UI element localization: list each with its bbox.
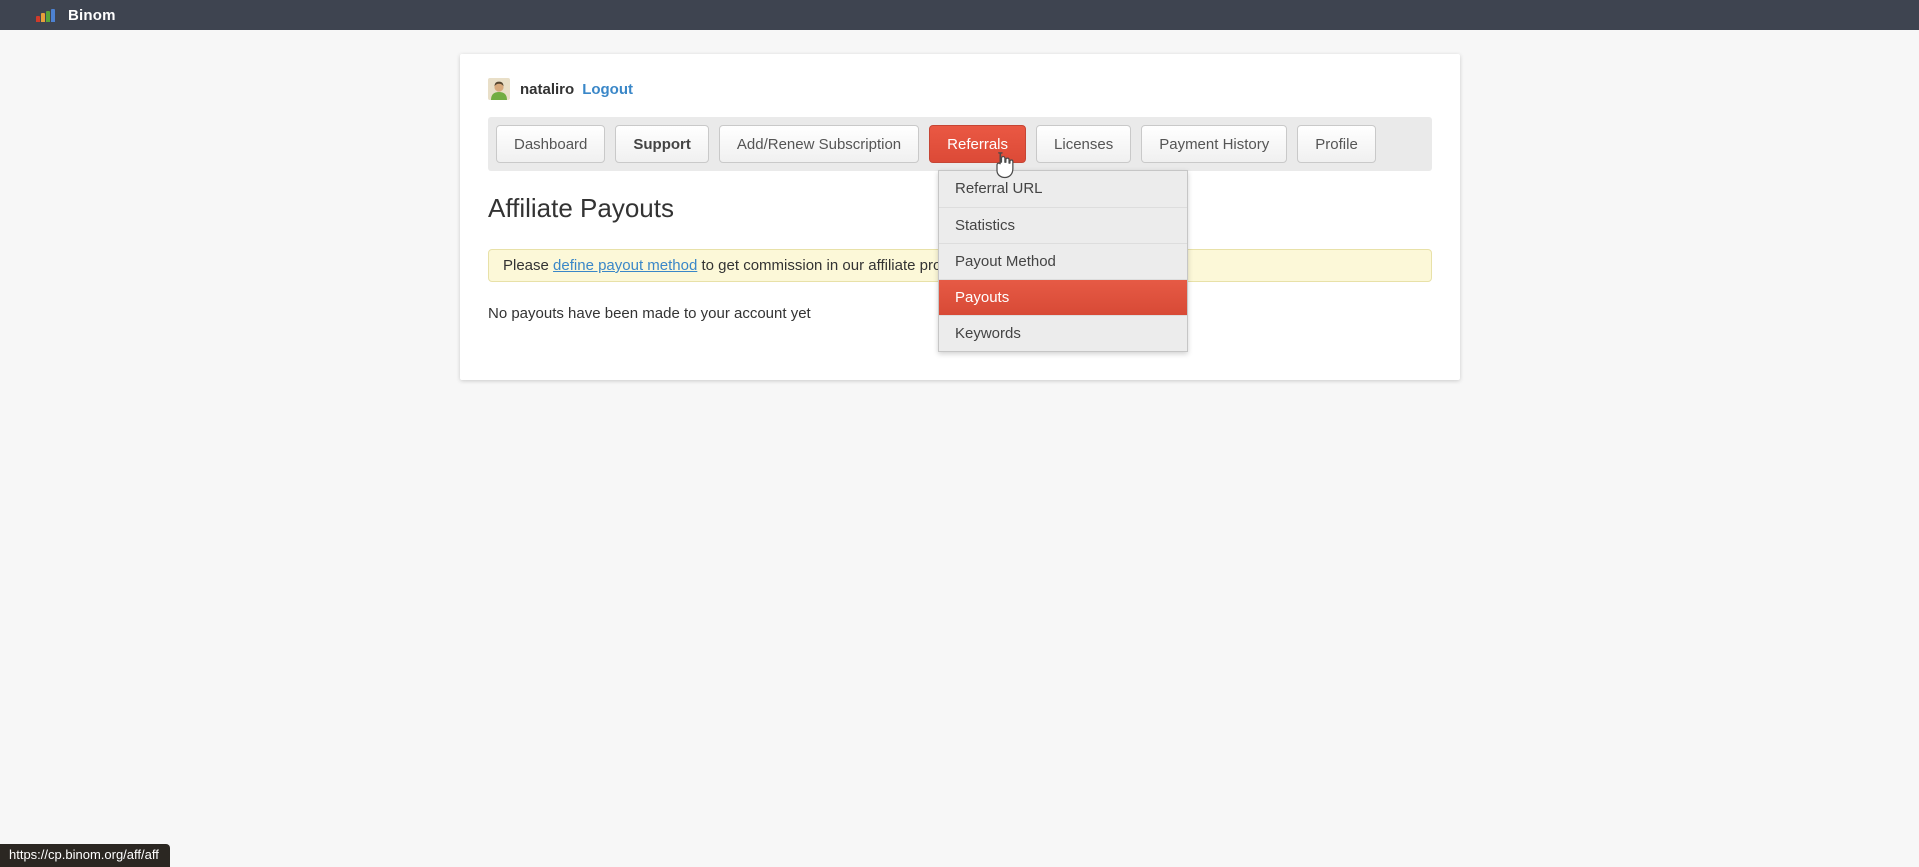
nav-button[interactable]: Payment History: [1141, 125, 1287, 163]
nav-button[interactable]: Referrals: [929, 125, 1026, 163]
define-payout-method-link[interactable]: define payout method: [553, 257, 697, 274]
nav-button[interactable]: Profile: [1297, 125, 1376, 163]
status-bar-url: https://cp.binom.org/aff/aff: [0, 844, 170, 867]
dropdown-menu-item[interactable]: Payout Method: [939, 243, 1187, 279]
logout-link[interactable]: Logout: [582, 81, 633, 98]
dropdown-menu-item[interactable]: Payouts: [939, 279, 1187, 315]
user-avatar: [488, 78, 510, 100]
notice-text-suffix: to get commission in our affiliate progr…: [697, 257, 975, 274]
username: nataliro: [520, 81, 574, 98]
brand-title: Binom: [68, 7, 116, 24]
top-bar: Binom: [0, 0, 1919, 30]
main-card: nataliro Logout Dashboard Support Add/Rene…: [460, 54, 1460, 380]
dropdown-menu-item[interactable]: Referral URL: [939, 171, 1187, 207]
user-row: nataliro Logout: [488, 78, 1432, 100]
notice-text-prefix: Please: [503, 257, 553, 274]
nav-button[interactable]: Add/Renew Subscription: [719, 125, 919, 163]
nav-button[interactable]: Licenses: [1036, 125, 1131, 163]
nav-button[interactable]: Support: [615, 125, 709, 163]
binom-logo-barchart-icon: [36, 9, 55, 22]
nav-button[interactable]: Dashboard: [496, 125, 605, 163]
referrals-dropdown-menu: Referral URLStatisticsPayout MethodPayou…: [938, 170, 1188, 352]
nav-bar: Dashboard Support Add/Renew Subscription Re…: [488, 117, 1432, 171]
dropdown-menu-item[interactable]: Keywords: [939, 315, 1187, 351]
dropdown-menu-item[interactable]: Statistics: [939, 207, 1187, 243]
